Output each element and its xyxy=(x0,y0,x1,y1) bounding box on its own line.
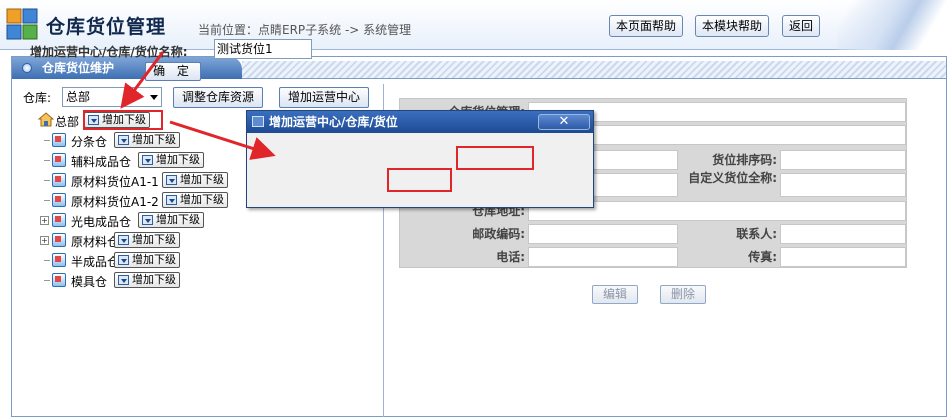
annotation-arrows xyxy=(120,51,276,160)
arrow-to-dialog xyxy=(169,120,276,160)
arrow-to-add-child xyxy=(120,51,165,109)
